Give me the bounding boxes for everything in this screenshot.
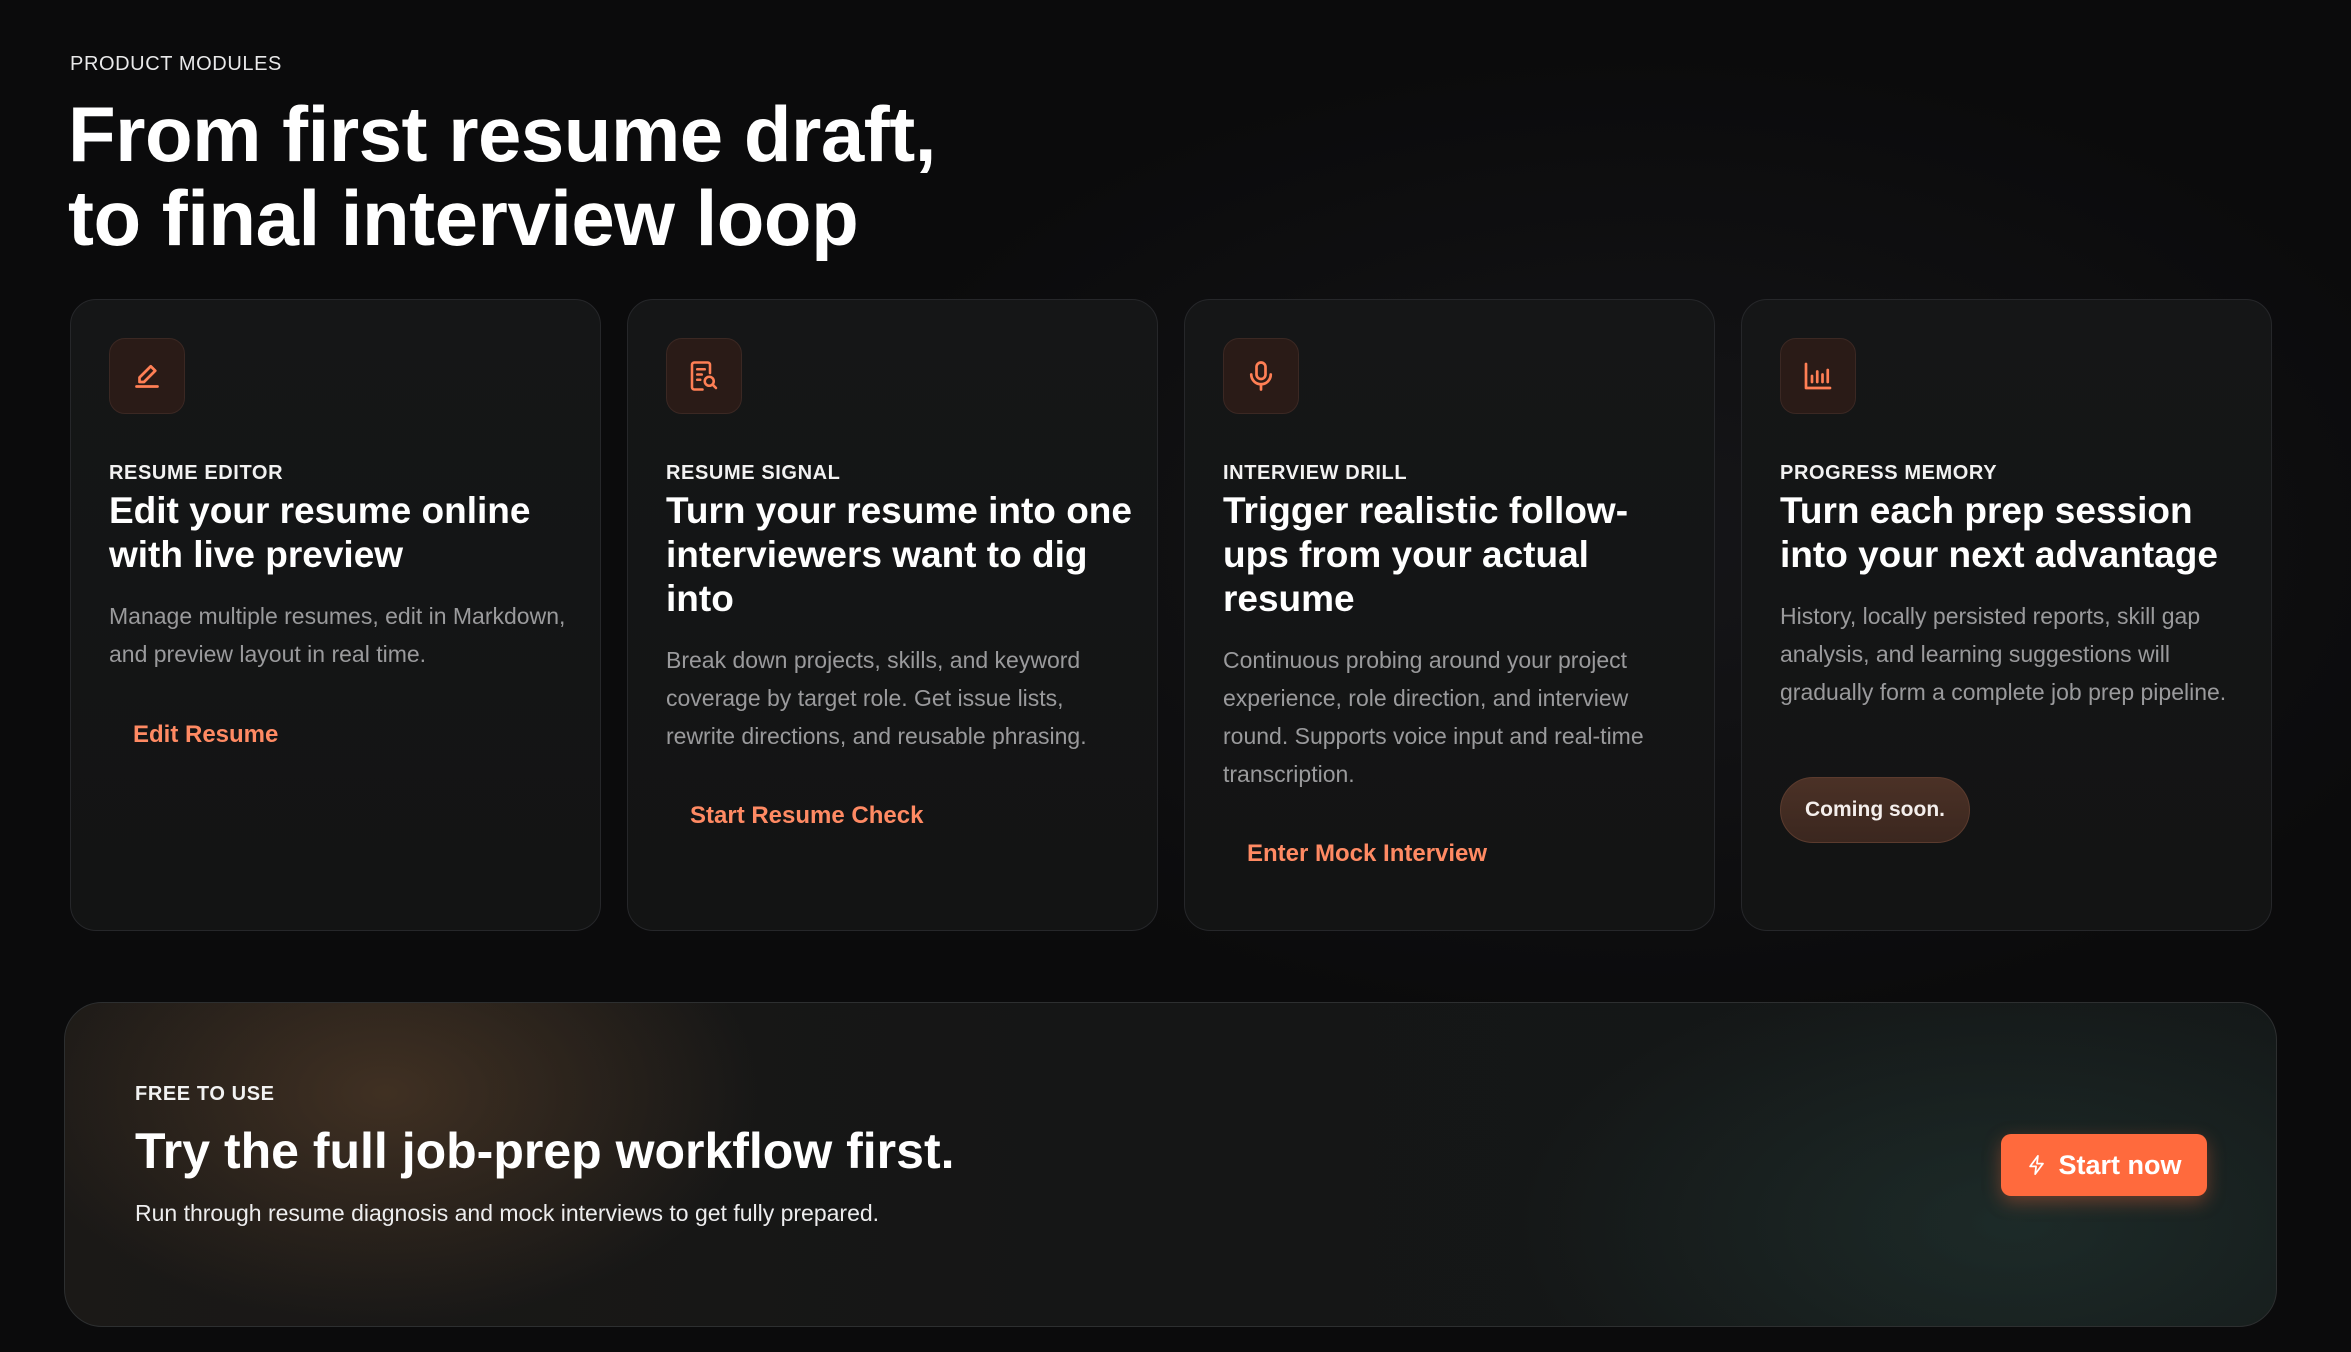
section-eyebrow: PRODUCT MODULES bbox=[70, 53, 282, 75]
card-description: Manage multiple resumes, edit in Markdow… bbox=[109, 603, 566, 667]
module-card-interview-drill: INTERVIEW DRILL Trigger realistic follow… bbox=[1184, 299, 1715, 931]
microphone-icon bbox=[1223, 338, 1299, 414]
page: PRODUCT MODULES From first resume draft,… bbox=[0, 0, 2351, 1352]
card-title: Edit your resume online with live previe… bbox=[109, 490, 531, 575]
card-kicker: RESUME SIGNAL bbox=[666, 462, 841, 484]
start-now-button[interactable]: Start now bbox=[2001, 1134, 2207, 1196]
module-card-resume-signal: RESUME SIGNAL Turn your resume into one … bbox=[627, 299, 1158, 931]
resume-search-icon bbox=[666, 338, 742, 414]
enter-mock-interview-link[interactable]: Enter Mock Interview bbox=[1247, 840, 1487, 868]
headline-line-2: to final interview loop bbox=[68, 174, 859, 262]
module-card-resume-editor: RESUME EDITOR Edit your resume online wi… bbox=[70, 299, 601, 931]
card-description: Continuous probing around your project e… bbox=[1223, 647, 1644, 787]
card-title: Trigger realistic follow-ups from your a… bbox=[1223, 490, 1629, 619]
card-kicker: RESUME EDITOR bbox=[109, 462, 284, 484]
module-card-progress-memory: PROGRESS MEMORY Turn each prep session i… bbox=[1741, 299, 2272, 931]
page-headline: From first resume draft, to final interv… bbox=[68, 92, 936, 260]
cta-title: Try the full job-prep workflow first. bbox=[135, 1123, 955, 1179]
start-resume-check-link[interactable]: Start Resume Check bbox=[690, 802, 923, 830]
card-title: Turn each prep session into your next ad… bbox=[1780, 490, 2218, 575]
card-description: Break down projects, skills, and keyword… bbox=[666, 647, 1087, 749]
card-kicker: PROGRESS MEMORY bbox=[1780, 462, 1998, 484]
card-description: History, locally persisted reports, skil… bbox=[1780, 603, 2227, 705]
pencil-icon bbox=[109, 338, 185, 414]
bar-chart-icon bbox=[1780, 338, 1856, 414]
coming-soon-badge: Coming soon. bbox=[1780, 777, 1970, 843]
start-now-label: Start now bbox=[2058, 1149, 2182, 1180]
edit-resume-link[interactable]: Edit Resume bbox=[133, 721, 278, 749]
card-title: Turn your resume into one interviewers w… bbox=[666, 490, 1132, 619]
cta-banner: FREE TO USE Try the full job-prep workfl… bbox=[64, 1002, 2277, 1327]
headline-line-1: From first resume draft, bbox=[68, 90, 936, 178]
cta-description: Run through resume diagnosis and mock in… bbox=[135, 1200, 880, 1226]
lightning-icon bbox=[2026, 1154, 2048, 1176]
cta-eyebrow: FREE TO USE bbox=[135, 1083, 275, 1105]
module-cards: RESUME EDITOR Edit your resume online wi… bbox=[70, 299, 2273, 933]
card-kicker: INTERVIEW DRILL bbox=[1223, 462, 1408, 484]
